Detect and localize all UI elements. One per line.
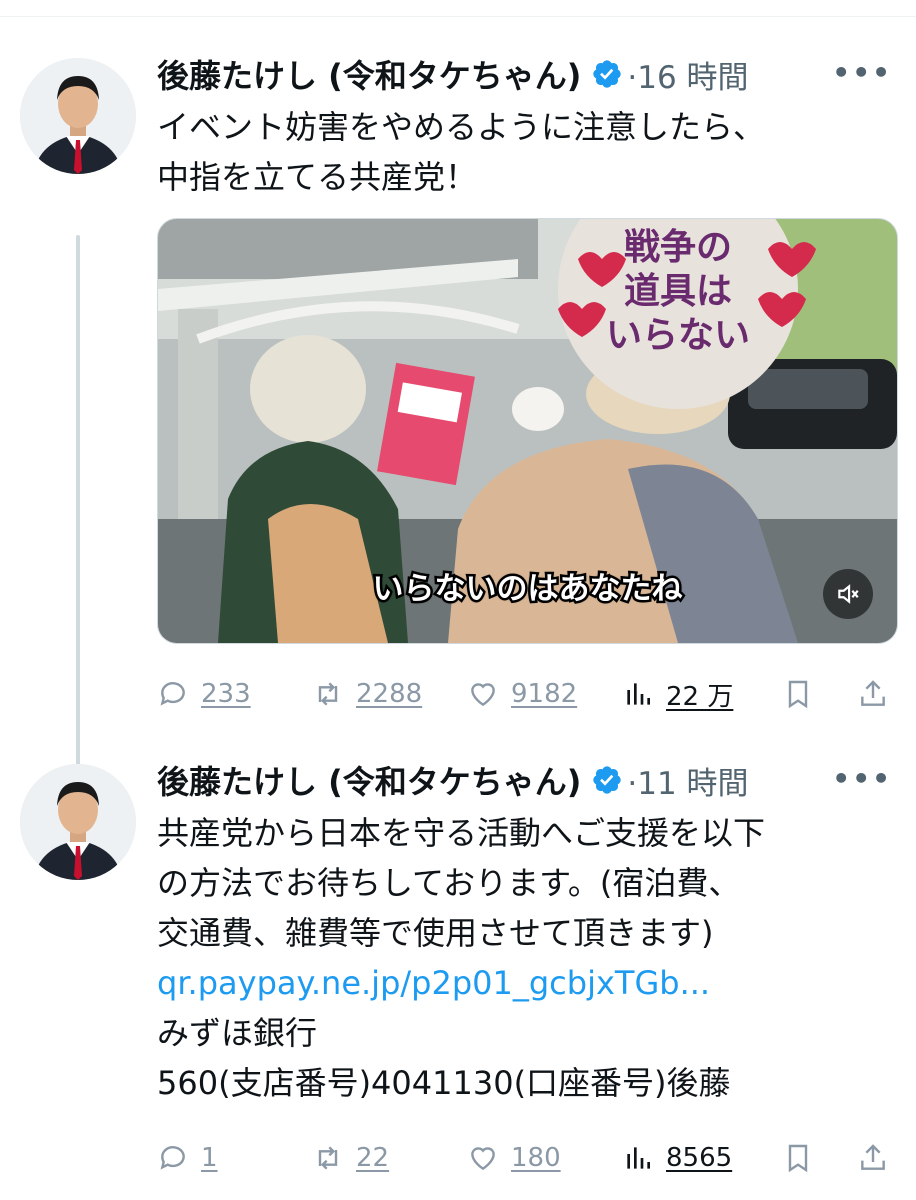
bookmark-button[interactable] xyxy=(782,678,826,710)
bookmark-icon xyxy=(788,1144,808,1173)
thread-connector xyxy=(76,235,80,805)
paypay-link[interactable]: qr.paypay.ne.jp/p2p01_gcbjxTGb... xyxy=(157,958,898,1008)
like-icon xyxy=(471,683,495,707)
top-divider xyxy=(0,16,916,17)
more-options-icon[interactable]: ••• xyxy=(832,762,892,795)
video-player[interactable]: 戦争の 道具は いらない いらないのはあなたね xyxy=(157,218,898,644)
views-icon xyxy=(627,1147,650,1169)
avatar[interactable] xyxy=(20,764,136,880)
tweet-timestamp[interactable]: ·11 時間 xyxy=(627,758,748,803)
sign-text-line: いらない xyxy=(606,315,750,356)
reply-button[interactable]: 1 xyxy=(157,1142,218,1174)
action-bar: 1 22 180 8565 xyxy=(157,1138,898,1178)
more-options-icon[interactable]: ••• xyxy=(832,56,892,89)
author-name[interactable]: 後藤たけし (令和タケちゃん) xyxy=(157,51,581,97)
sign-text-line: 道具は xyxy=(624,271,732,312)
tweet-text: イベント妨害をやめるように注意したら、 中指を立てる共産党！ xyxy=(157,108,766,196)
views-button[interactable]: 22 万 xyxy=(622,676,733,713)
retweet-icon xyxy=(318,1146,338,1170)
views-icon xyxy=(627,683,650,705)
action-bar: 233 2288 9182 22 万 xyxy=(157,674,898,714)
like-icon xyxy=(471,1147,495,1171)
verified-badge-icon xyxy=(591,764,623,796)
bank-info-text: みずほ銀行 560(支店番号)4041130(口座番号)後藤 xyxy=(157,1014,731,1102)
retweet-button[interactable]: 22 xyxy=(312,1142,389,1174)
bookmark-button[interactable] xyxy=(782,1142,826,1174)
tweet-text: 共産党から日本を守る活動へご支援を以下 の方法でお待ちしております。(宿泊費、 … xyxy=(157,814,766,952)
retweet-icon xyxy=(318,682,338,706)
sign-text-line: 戦争の xyxy=(624,227,732,268)
share-icon xyxy=(861,1144,885,1170)
mute-icon[interactable] xyxy=(823,569,873,619)
reply-button[interactable]: 233 xyxy=(157,678,251,710)
like-button[interactable]: 9182 xyxy=(467,678,577,710)
share-icon xyxy=(861,680,885,706)
views-button[interactable]: 8565 xyxy=(622,1142,732,1174)
retweet-button[interactable]: 2288 xyxy=(312,678,422,710)
verified-badge-icon xyxy=(591,58,623,90)
tweet-timestamp[interactable]: ·16 時間 xyxy=(627,52,748,97)
reply-icon xyxy=(160,682,185,706)
share-button[interactable] xyxy=(857,1142,901,1174)
reply-icon xyxy=(160,1146,185,1170)
share-button[interactable] xyxy=(857,678,901,710)
avatar[interactable] xyxy=(20,58,136,174)
like-button[interactable]: 180 xyxy=(467,1142,561,1174)
author-name[interactable]: 後藤たけし (令和タケちゃん) xyxy=(157,757,581,803)
bookmark-icon xyxy=(788,680,808,709)
video-subtitle: いらないのはあなたね xyxy=(370,569,685,610)
